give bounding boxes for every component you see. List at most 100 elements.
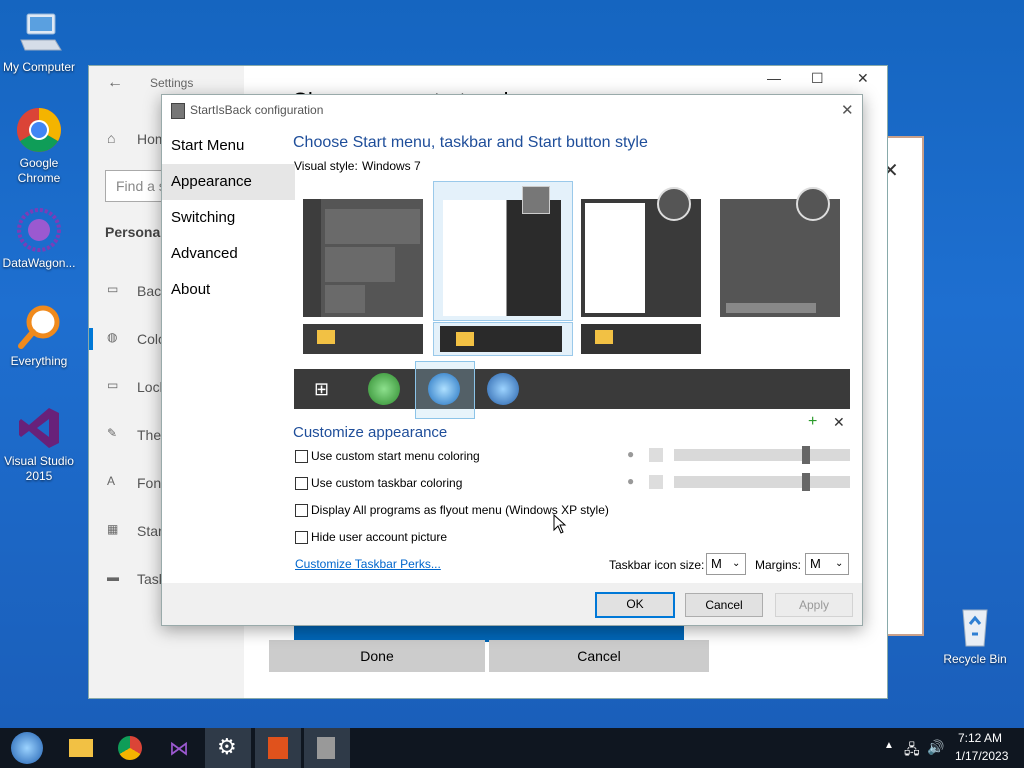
taskbar-perks-link[interactable]: Customize Taskbar Perks... — [295, 557, 441, 571]
background-icon: ▭ — [107, 282, 119, 296]
taskbar-startisback[interactable] — [304, 728, 350, 768]
dialog-close-button[interactable]: ✕ — [841, 101, 854, 119]
nav-about[interactable]: About — [162, 272, 295, 308]
maximize-button[interactable]: ☐ — [811, 70, 824, 87]
taskbar-file-explorer[interactable] — [58, 728, 104, 768]
taskbar-office[interactable] — [255, 728, 301, 768]
settings-section-personalization: Personali — [105, 224, 169, 240]
cancel-button-label: Cancel — [577, 648, 621, 664]
droplet-icon: ● — [627, 447, 635, 461]
desktop-icon-datawagon[interactable]: DataWagon... — [1, 206, 77, 271]
taskbar-thumb-3[interactable] — [581, 324, 701, 354]
back-arrow-icon[interactable]: ← — [107, 74, 123, 92]
taskbar-settings[interactable]: ⚙ — [205, 728, 251, 768]
dialog-title: StartIsBack configuration — [190, 103, 324, 117]
chevron-down-icon: ⌄ — [732, 558, 741, 569]
nav-appearance[interactable]: Appearance — [162, 164, 295, 200]
nav-selected-marker — [89, 328, 93, 350]
cancel-button[interactable]: Cancel — [489, 640, 709, 672]
nav-start-menu[interactable]: Start Menu — [162, 128, 295, 164]
taskbar-thumb-2-selected[interactable] — [433, 322, 573, 356]
select-value: M — [711, 556, 722, 571]
palette-icon: ◍ — [107, 330, 118, 344]
clock-date[interactable]: 1/17/2023 — [955, 749, 1008, 763]
taskbar: ⋈ ⚙ ▲ 🖧 🔊 7:12 AM 1/17/2023 — [0, 728, 1024, 768]
hide-user-picture-checkbox[interactable] — [295, 531, 308, 544]
nav-switching[interactable]: Switching — [162, 200, 295, 236]
visual-style-label: Visual style: — [294, 159, 358, 173]
desktop-icon-my-computer[interactable]: My Computer — [1, 10, 77, 75]
search-magnifier-icon — [18, 305, 60, 349]
add-icon[interactable]: + — [808, 413, 817, 431]
taskbar-transparency-slider[interactable] — [674, 473, 850, 491]
done-button[interactable]: Done — [269, 640, 485, 672]
flyout-menu-checkbox[interactable] — [295, 504, 308, 517]
taskbar-icon: ▬ — [107, 570, 119, 584]
windows7-orb-start-button-icon[interactable] — [428, 373, 460, 405]
button-label: Apply — [798, 598, 830, 612]
recycle-bin-icon — [962, 609, 988, 647]
ok-button[interactable]: OK — [595, 592, 675, 618]
desktop-icon-everything[interactable]: Everything — [1, 304, 77, 369]
apply-button[interactable]: Apply — [775, 593, 853, 617]
desktop-icon-label: Google Chrome — [17, 156, 61, 185]
icon-size-select[interactable]: M ⌄ — [706, 553, 746, 575]
network-icon[interactable]: 🖧 — [904, 739, 920, 763]
desktop-icon-label: DataWagon... — [2, 256, 76, 270]
style-thumb-windows7-selected[interactable] — [433, 181, 573, 321]
desktop-icon-visual-studio[interactable]: Visual Studio 2015 — [1, 404, 77, 484]
datawagon-icon — [17, 208, 61, 252]
volume-icon[interactable]: 🔊 — [927, 739, 944, 756]
visual-studio-icon: ⋈ — [169, 738, 189, 760]
slider-thumb[interactable] — [802, 473, 810, 491]
clover-start-button-icon[interactable] — [368, 373, 400, 405]
dialog-titlebar: StartIsBack configuration ✕ — [162, 95, 862, 125]
nav-advanced[interactable]: Advanced — [162, 236, 295, 272]
margins-label: Margins: — [755, 558, 802, 572]
desktop-icon-label: Everything — [10, 354, 68, 368]
desktop-icon-google-chrome[interactable]: Google Chrome — [1, 106, 77, 186]
taskbar-chrome[interactable] — [107, 728, 153, 768]
app-icon — [171, 103, 185, 119]
computer-icon — [20, 13, 62, 51]
icon-size-label: Taskbar icon size: — [609, 558, 705, 572]
dialog-cancel-button[interactable]: Cancel — [685, 593, 763, 617]
mouse-cursor-icon — [553, 514, 567, 534]
taskbar-thumb-1[interactable] — [303, 324, 423, 354]
desktop-icon-label: Visual Studio 2015 — [4, 454, 74, 483]
folder-icon — [456, 332, 474, 346]
style-thumb-windows10[interactable] — [303, 199, 423, 317]
windows10-start-button-icon[interactable]: ⊞ — [314, 379, 329, 400]
chevron-down-icon: ⌄ — [835, 558, 844, 569]
fonts-icon: A — [107, 474, 116, 488]
user-avatar-icon — [796, 187, 830, 221]
nav-label: Advanced — [171, 245, 238, 262]
start-menu-transparency-slider[interactable] — [674, 446, 850, 464]
clock-time[interactable]: 7:12 AM — [958, 731, 1002, 745]
taskbar-visual-studio[interactable]: ⋈ — [157, 728, 203, 768]
color-swatch[interactable] — [649, 448, 663, 462]
nav-label: About — [171, 281, 211, 298]
app-window-icon — [317, 737, 335, 759]
chevron-up-icon[interactable]: ▲ — [884, 740, 894, 751]
desktop-icon-recycle-bin[interactable]: Recycle Bin — [937, 602, 1013, 667]
windows-orb-start-button-icon[interactable] — [487, 373, 519, 405]
start-button[interactable] — [4, 728, 50, 768]
color-swatch[interactable] — [649, 475, 663, 489]
slider-thumb[interactable] — [802, 446, 810, 464]
custom-taskbar-color-checkbox[interactable] — [295, 477, 308, 490]
style-thumb-windows8[interactable] — [581, 187, 701, 317]
custom-start-menu-color-checkbox[interactable] — [295, 450, 308, 463]
style-heading: Choose Start menu, taskbar and Start but… — [293, 134, 648, 151]
nav-label: Start Menu — [171, 137, 245, 154]
margins-select[interactable]: M ⌄ — [805, 553, 849, 575]
style-thumb-windows-metro[interactable] — [720, 187, 840, 317]
home-icon: ⌂ — [107, 130, 116, 146]
close-button[interactable]: ✕ — [857, 70, 869, 87]
desktop-icon-label: Recycle Bin — [943, 652, 1007, 666]
visual-studio-icon — [19, 408, 59, 448]
minimize-button[interactable]: — — [767, 70, 781, 86]
remove-icon[interactable]: ✕ — [833, 414, 845, 431]
office-icon — [268, 737, 288, 759]
themes-icon: ✎ — [107, 426, 118, 440]
